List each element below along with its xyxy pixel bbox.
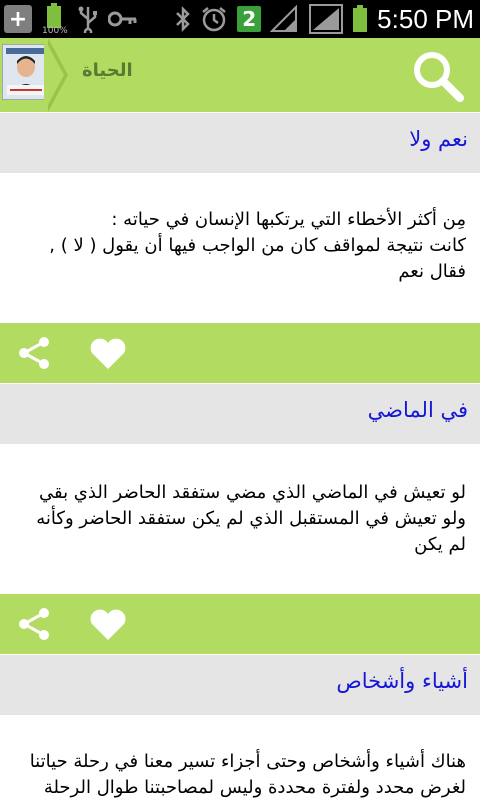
share-button[interactable]	[16, 335, 52, 371]
card-title: أشياء وأشخاص	[336, 669, 468, 693]
add-icon: +	[4, 5, 32, 33]
usb-icon	[78, 6, 97, 33]
avatar-image	[3, 45, 49, 99]
card-text: لو تعيش في الماضي الذي مضي ستفقد الحاضر …	[36, 482, 466, 555]
card-text: مِن أكثر الأخطاء التي يرتكبها الإنسان في…	[49, 209, 466, 282]
status-bar-right: 2 5:50 PM	[175, 3, 474, 35]
favorite-button[interactable]	[88, 608, 128, 642]
share-button[interactable]	[16, 606, 52, 642]
card-title-bar[interactable]: نعم ولا	[0, 113, 480, 173]
card-action-bar	[0, 594, 480, 654]
card-body: هناك أشياء وأشخاص وحتى أجزاء تسير معنا ف…	[0, 715, 480, 800]
notification-badge: 2	[237, 6, 262, 32]
app-avatar[interactable]	[2, 44, 50, 100]
search-icon	[414, 52, 464, 102]
battery-percent: 100%	[42, 26, 68, 36]
battery-full-icon	[353, 5, 368, 32]
status-clock: 5:50 PM	[377, 3, 474, 34]
page-title: الحياة	[82, 60, 133, 81]
card-title-bar[interactable]: في الماضي	[0, 384, 480, 444]
app-header	[0, 38, 480, 112]
battery-indicator: 100%	[42, 3, 68, 36]
bluetooth-icon	[176, 6, 190, 32]
key-icon	[108, 11, 137, 27]
header-divider-arrow-inner	[44, 38, 64, 112]
card-body: مِن أكثر الأخطاء التي يرتكبها الإنسان في…	[0, 173, 480, 323]
card-text: هناك أشياء وأشخاص وحتى أجزاء تسير معنا ف…	[29, 751, 466, 798]
card-action-bar	[0, 323, 480, 383]
search-button[interactable]	[410, 48, 466, 104]
card-body: لو تعيش في الماضي الذي مضي ستفقد الحاضر …	[0, 444, 480, 594]
share-icon	[19, 337, 49, 369]
card-title-bar[interactable]: أشياء وأشخاص	[0, 655, 480, 715]
alarm-icon	[202, 7, 226, 32]
status-bar-left: + 100%	[4, 3, 138, 36]
cell-signal-icon	[309, 4, 344, 34]
status-bar: + 100% 2 5:50 PM	[0, 0, 480, 38]
card-title: نعم ولا	[409, 127, 468, 151]
wifi-signal-icon	[270, 5, 298, 32]
heart-icon	[90, 609, 126, 640]
card-title: في الماضي	[367, 398, 468, 422]
share-icon	[19, 608, 49, 640]
heart-icon	[90, 338, 126, 369]
favorite-button[interactable]	[88, 337, 128, 371]
